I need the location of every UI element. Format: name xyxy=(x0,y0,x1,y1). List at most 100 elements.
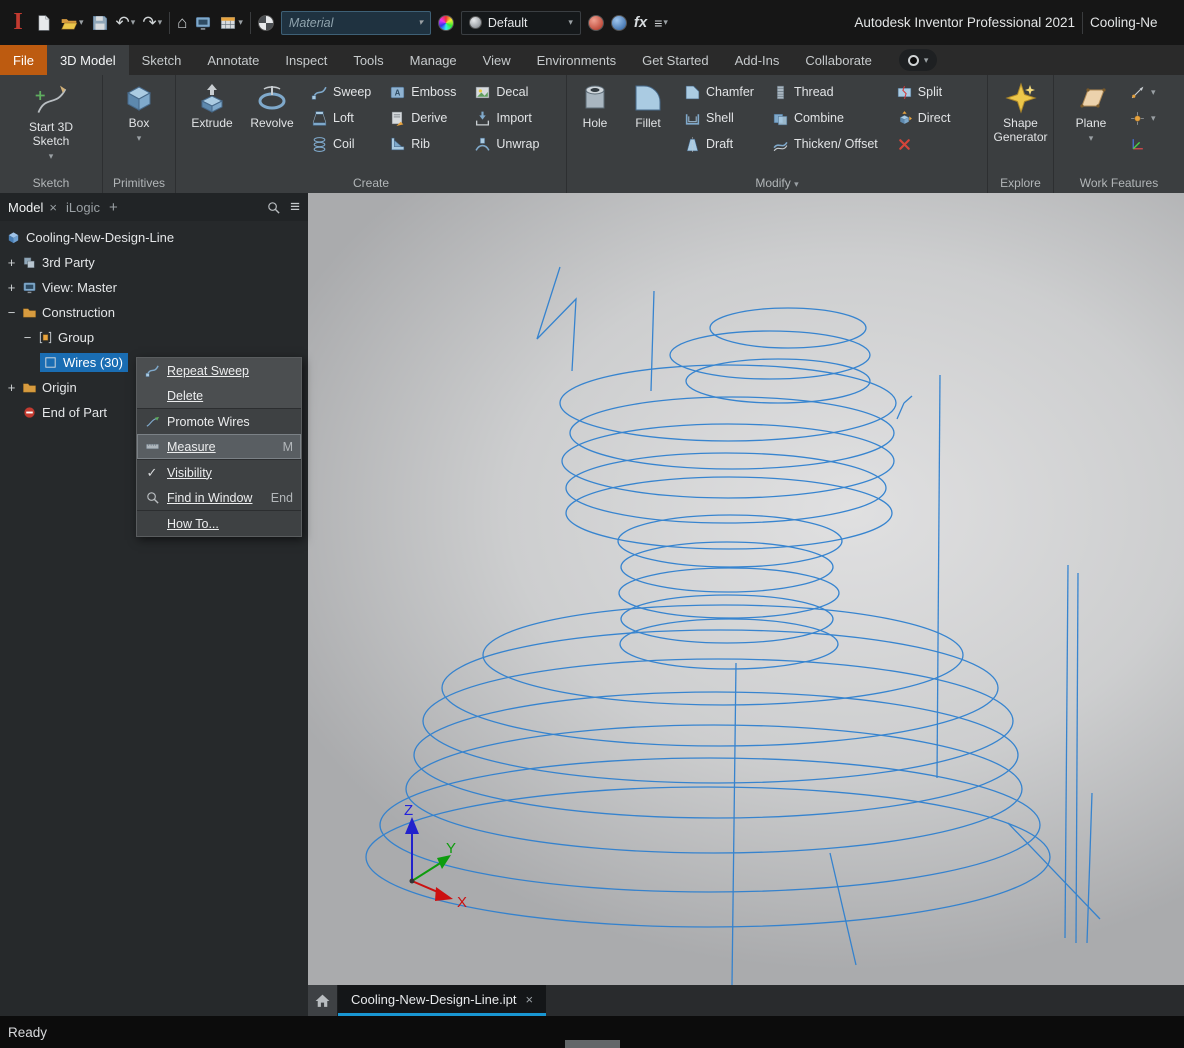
draft-button[interactable]: Draft xyxy=(679,131,759,157)
box-button[interactable]: Box ▾ xyxy=(110,79,168,173)
split-button[interactable]: Split xyxy=(891,79,956,105)
thread-button[interactable]: Thread xyxy=(767,79,883,105)
view-settings-button[interactable] xyxy=(194,11,212,35)
shell-button[interactable]: Shell xyxy=(679,105,759,131)
open-button[interactable]: ▾ xyxy=(60,11,84,35)
panel-label-modify[interactable]: Modify ▾ xyxy=(567,173,987,193)
browser-menu-icon[interactable]: ≡ xyxy=(290,197,300,217)
work-point-button[interactable]: ▾ xyxy=(1124,105,1161,131)
document-tab[interactable]: Cooling-New-Design-Line.ipt × xyxy=(338,985,547,1016)
unwrap-button[interactable]: Unwrap xyxy=(469,131,544,157)
menu-item-how-to[interactable]: How To... xyxy=(137,511,301,536)
combine-button[interactable]: Combine xyxy=(767,105,883,131)
tree-item-3rd-party[interactable]: + 3rd Party xyxy=(0,250,308,275)
new-file-button[interactable] xyxy=(35,11,53,35)
fillet-button[interactable]: Fillet xyxy=(625,79,671,173)
plane-button[interactable]: Plane ▾ xyxy=(1068,79,1114,173)
search-icon[interactable] xyxy=(266,200,281,215)
panel-label-explore[interactable]: Explore xyxy=(988,173,1053,193)
tab-3d-model[interactable]: 3D Model xyxy=(46,45,129,75)
decal-button[interactable]: Decal xyxy=(469,79,544,105)
tab-file[interactable]: File xyxy=(0,45,47,75)
tab-add-ins[interactable]: Add-Ins xyxy=(722,45,793,75)
unwrap-icon xyxy=(474,136,491,153)
start-3d-sketch-button[interactable]: Start 3D Sketch ▾ xyxy=(15,79,87,173)
material-combo[interactable]: Material ▾ xyxy=(280,10,431,35)
decal-icon xyxy=(474,84,491,101)
revolve-button[interactable]: Revolve xyxy=(246,79,298,173)
emboss-button[interactable]: Emboss xyxy=(384,79,461,105)
tab-annotate[interactable]: Annotate xyxy=(194,45,272,75)
panel-label-work-features[interactable]: Work Features xyxy=(1054,173,1184,193)
delete-button[interactable] xyxy=(891,131,956,157)
tab-manage[interactable]: Manage xyxy=(397,45,470,75)
coil-button[interactable]: Coil xyxy=(306,131,376,157)
home-view-button[interactable] xyxy=(308,985,338,1016)
menu-item-visibility[interactable]: ✓ Visibility xyxy=(137,460,301,485)
close-icon[interactable]: × xyxy=(49,200,57,215)
shape-generator-button[interactable]: Shape Generator xyxy=(992,79,1050,173)
appearance-combo[interactable]: Default ▾ xyxy=(460,10,581,35)
direct-button[interactable]: Direct xyxy=(891,105,956,131)
wireframe-model: Z Y X xyxy=(365,266,1101,985)
tab-ilogic[interactable]: iLogic xyxy=(66,200,100,215)
menu-item-promote-wires[interactable]: Promote Wires xyxy=(137,409,301,434)
expand-icon[interactable]: + xyxy=(6,280,17,295)
tree-item-construction[interactable]: − Construction xyxy=(0,300,308,325)
derive-button[interactable]: Derive xyxy=(384,105,461,131)
tree-item-view-master[interactable]: + View: Master xyxy=(0,275,308,300)
fx-parameters-button[interactable]: fx xyxy=(634,11,647,35)
save-button[interactable] xyxy=(91,11,109,35)
parameters-table-button[interactable]: ▾ xyxy=(219,11,243,35)
close-icon[interactable]: × xyxy=(525,992,533,1007)
add-browser-tab-button[interactable]: + xyxy=(109,199,118,216)
loft-button[interactable]: Loft xyxy=(306,105,376,131)
expand-icon[interactable]: + xyxy=(6,380,17,395)
sweep-button[interactable]: Sweep xyxy=(306,79,376,105)
chevron-down-icon: ▾ xyxy=(136,132,142,143)
chamfer-button[interactable]: Chamfer xyxy=(679,79,759,105)
menu-item-find-in-window[interactable]: Find in Window End xyxy=(137,485,301,510)
collapse-icon[interactable]: − xyxy=(22,330,33,345)
hole-button[interactable]: Hole xyxy=(573,79,617,173)
horizontal-scrollbar-thumb[interactable] xyxy=(565,1040,620,1048)
ribbon-options-button[interactable]: ▾ xyxy=(898,49,938,71)
tab-get-started[interactable]: Get Started xyxy=(629,45,721,75)
tab-view[interactable]: View xyxy=(470,45,524,75)
tab-inspect[interactable]: Inspect xyxy=(272,45,340,75)
tab-model[interactable]: Model × xyxy=(8,200,57,215)
tree-item-group[interactable]: − Group xyxy=(0,325,308,350)
rib-button[interactable]: Rib xyxy=(384,131,461,157)
ucs-button[interactable] xyxy=(1124,131,1161,157)
tab-sketch[interactable]: Sketch xyxy=(129,45,195,75)
expand-icon[interactable]: + xyxy=(6,255,17,270)
panel-label-primitives[interactable]: Primitives xyxy=(103,173,175,193)
menu-item-measure[interactable]: Measure M xyxy=(137,434,301,459)
tree-item-root-part[interactable]: Cooling-New-Design-Line xyxy=(0,225,308,250)
tab-collaborate[interactable]: Collaborate xyxy=(792,45,885,75)
axis-icon xyxy=(1129,84,1146,101)
panel-label-sketch[interactable]: Sketch xyxy=(0,173,102,193)
collapse-icon[interactable]: − xyxy=(6,305,17,320)
tab-tools[interactable]: Tools xyxy=(340,45,396,75)
redo-button[interactable]: ↷ ▾ xyxy=(142,11,162,35)
menu-item-delete[interactable]: Delete xyxy=(137,383,301,408)
color-wheel-icon[interactable] xyxy=(437,14,454,31)
measure-menu-button[interactable]: ≡ ▾ xyxy=(654,11,668,35)
undo-button[interactable]: ↶ ▾ xyxy=(116,11,136,35)
svg-text:Y: Y xyxy=(446,840,456,857)
extrude-button[interactable]: Extrude xyxy=(186,79,238,173)
panel-label-create[interactable]: Create xyxy=(176,173,566,193)
tab-environments[interactable]: Environments xyxy=(524,45,629,75)
home-button[interactable]: ⌂ xyxy=(177,11,187,35)
adjust-appearance-icon[interactable] xyxy=(587,14,604,31)
svg-text:Z: Z xyxy=(404,802,413,819)
appearance-ball-icon[interactable] xyxy=(257,14,274,31)
viewport[interactable]: Z Y X xyxy=(308,193,1184,985)
thicken-offset-button[interactable]: Thicken/ Offset xyxy=(767,131,883,157)
menu-item-repeat-sweep[interactable]: Repeat Sweep xyxy=(137,358,301,383)
import-button[interactable]: Import xyxy=(469,105,544,131)
clear-appearance-icon[interactable] xyxy=(610,14,627,31)
divider xyxy=(249,11,251,34)
work-axis-button[interactable]: ▾ xyxy=(1124,79,1161,105)
